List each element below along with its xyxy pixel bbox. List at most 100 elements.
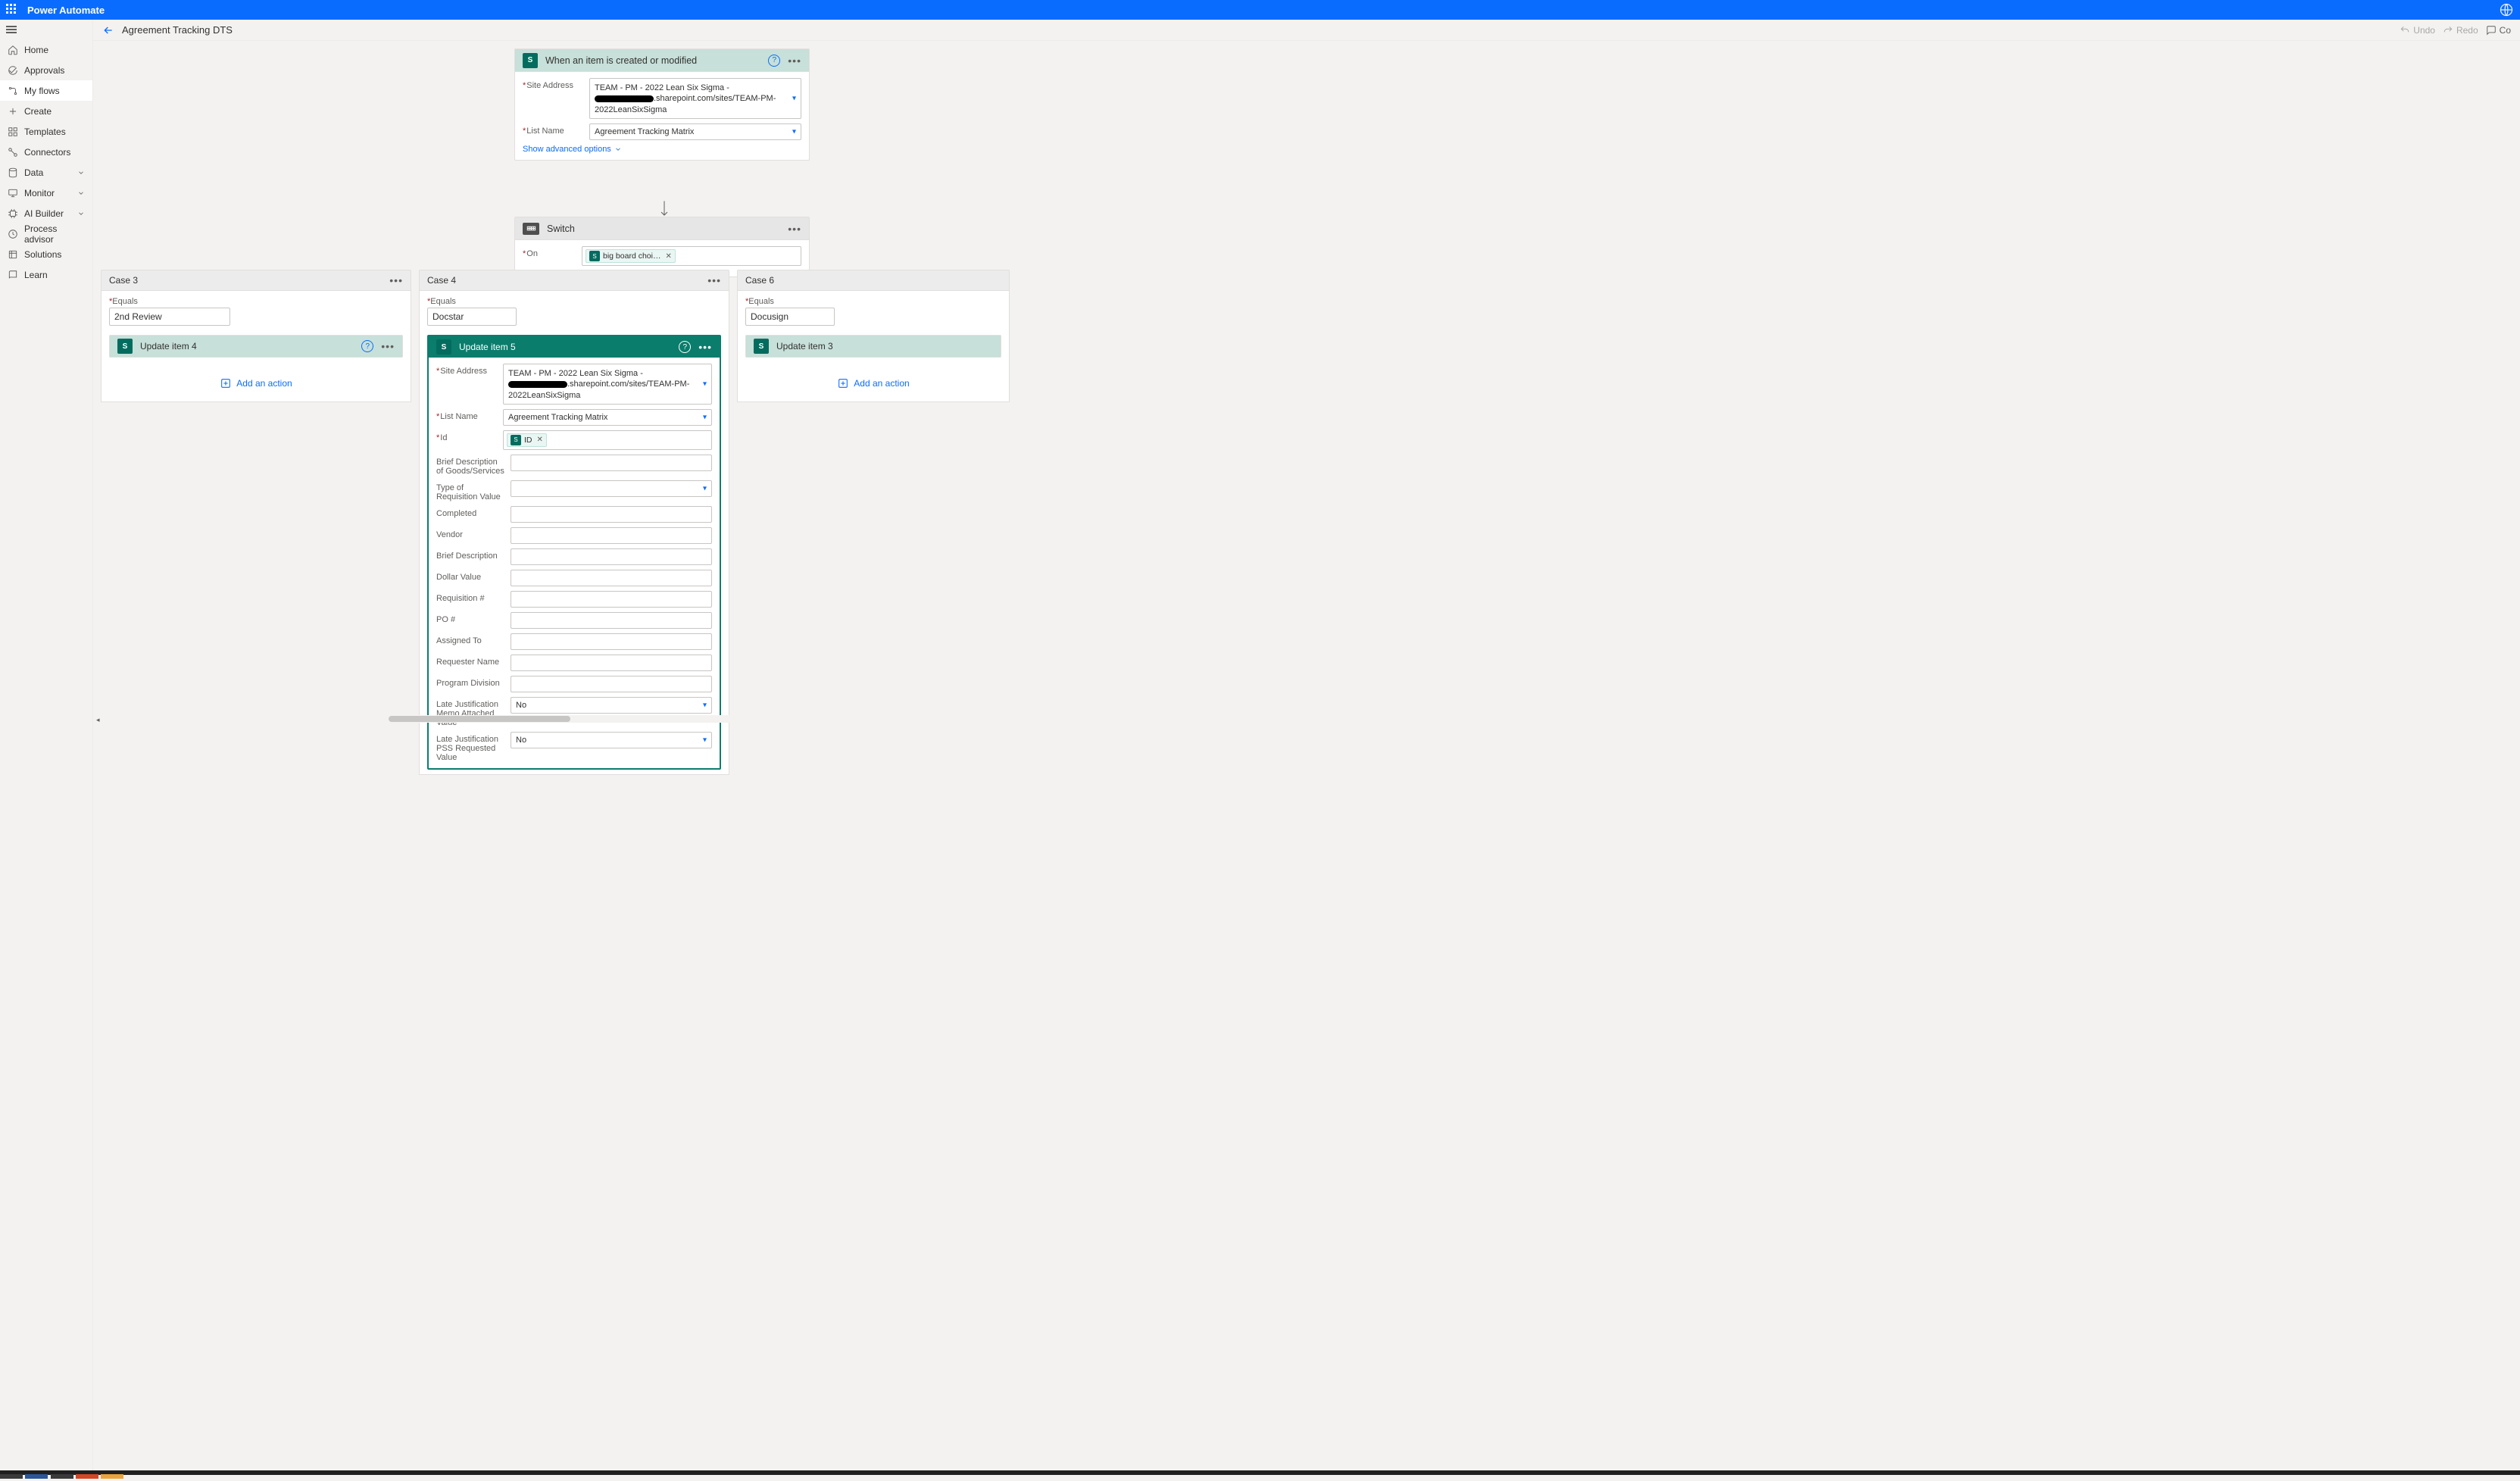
templates-icon	[8, 127, 18, 137]
field-row: Completed	[436, 506, 712, 523]
nav-ai-builder[interactable]: AI Builder	[0, 203, 92, 223]
trigger-card: S When an item is created or modified ? …	[514, 48, 810, 161]
chevron-down-icon[interactable]: ▾	[703, 736, 707, 744]
more-icon[interactable]: •••	[707, 277, 721, 284]
remove-token-icon[interactable]: ✕	[665, 252, 671, 261]
redo-button[interactable]: Redo	[2443, 25, 2478, 36]
more-icon[interactable]: •••	[381, 342, 395, 350]
form-text-field[interactable]	[511, 570, 712, 586]
chevron-down-icon[interactable]: ▾	[792, 127, 796, 136]
equals-value-field[interactable]: 2nd Review	[109, 308, 230, 326]
form-text-field[interactable]	[511, 612, 712, 629]
equals-label: *Equals	[427, 297, 721, 306]
nav-approvals[interactable]: Approvals	[0, 60, 92, 80]
field-row: Requester Name	[436, 655, 712, 671]
field-row: Requisition #	[436, 591, 712, 608]
field-label: *List Name	[436, 409, 497, 421]
form-select-field[interactable]: ▾	[511, 480, 712, 497]
app-launcher-icon[interactable]	[6, 4, 18, 16]
chevron-down-icon[interactable]: ▾	[703, 701, 707, 709]
remove-token-icon[interactable]: ✕	[537, 436, 543, 444]
action-header-selected[interactable]: S Update item 5 ? •••	[429, 336, 720, 358]
field-label: *Site Address	[523, 78, 583, 90]
switch-header[interactable]: ⊞⊞ Switch •••	[515, 217, 809, 240]
list-name-field[interactable]: Agreement Tracking Matrix▾	[503, 409, 712, 426]
dynamic-token[interactable]: S big board choi… ✕	[586, 249, 676, 263]
nav-data[interactable]: Data	[0, 162, 92, 183]
nav-label: Create	[24, 106, 52, 117]
case-header[interactable]: Case 3 •••	[101, 270, 411, 291]
nav-label: Connectors	[24, 147, 70, 158]
nav-label: Monitor	[24, 188, 55, 198]
help-icon[interactable]: ?	[679, 341, 691, 353]
nav-templates[interactable]: Templates	[0, 121, 92, 142]
undo-button[interactable]: Undo	[2400, 25, 2435, 36]
field-label: *List Name	[523, 123, 583, 136]
action-header[interactable]: S Update item 3 ?	[746, 336, 1001, 357]
case-label: Case 4	[427, 275, 456, 286]
chevron-down-icon[interactable]: ▾	[703, 484, 707, 492]
form-text-field[interactable]	[511, 676, 712, 692]
environment-icon[interactable]	[2499, 2, 2514, 17]
designer-canvas[interactable]: S When an item is created or modified ? …	[93, 41, 2520, 1470]
form-text-field[interactable]	[511, 527, 712, 544]
more-icon[interactable]: •••	[389, 277, 403, 284]
case-header[interactable]: Case 4 •••	[419, 270, 729, 291]
list-name-field[interactable]: Agreement Tracking Matrix ▾	[589, 123, 801, 140]
form-text-field[interactable]	[511, 591, 712, 608]
nav-create[interactable]: Create	[0, 101, 92, 121]
switch-on-field[interactable]: S big board choi… ✕	[582, 246, 801, 266]
dynamic-token[interactable]: S ID ✕	[507, 433, 547, 447]
help-icon[interactable]: ?	[361, 340, 373, 352]
back-button[interactable]	[102, 24, 114, 36]
equals-label: *Equals	[109, 297, 403, 306]
show-advanced-link[interactable]: Show advanced options	[523, 145, 801, 154]
switch-icon: ⊞⊞	[523, 223, 539, 235]
nav-collapse-button[interactable]	[0, 20, 92, 39]
nav-label: Data	[24, 167, 43, 178]
trigger-header[interactable]: S When an item is created or modified ? …	[515, 49, 809, 72]
add-action-button[interactable]: Add an action	[109, 377, 403, 389]
form-text-field[interactable]	[511, 506, 712, 523]
help-icon[interactable]: ?	[768, 55, 780, 67]
site-address-field[interactable]: TEAM - PM - 2022 Lean Six Sigma - .share…	[503, 364, 712, 405]
chevron-down-icon[interactable]: ▾	[703, 413, 707, 421]
equals-value-field[interactable]: Docstar	[427, 308, 517, 326]
nav-home[interactable]: Home	[0, 39, 92, 60]
form-text-field[interactable]	[511, 548, 712, 565]
nav-label: My flows	[24, 86, 60, 96]
field-label: Vendor	[436, 527, 504, 539]
more-icon[interactable]: •••	[788, 225, 801, 233]
form-text-field[interactable]	[511, 633, 712, 650]
form-select-field[interactable]: No▾	[511, 732, 712, 748]
nav-solutions[interactable]: Solutions	[0, 244, 92, 264]
nav-my-flows[interactable]: My flows	[0, 80, 92, 101]
nav-process-advisor[interactable]: Process advisor	[0, 223, 92, 244]
nav-connectors[interactable]: Connectors	[0, 142, 92, 162]
id-field[interactable]: S ID ✕	[503, 430, 712, 450]
form-text-field[interactable]	[511, 455, 712, 471]
comments-button[interactable]: Co	[2486, 25, 2511, 36]
scrollbar-thumb[interactable]	[389, 716, 570, 722]
more-icon[interactable]: •••	[698, 343, 712, 351]
field-row: Late Justification PSS Requested ValueNo…	[436, 732, 712, 762]
more-icon[interactable]: •••	[788, 57, 801, 64]
site-address-field[interactable]: TEAM - PM - 2022 Lean Six Sigma - .share…	[589, 78, 801, 119]
horizontal-scrollbar[interactable]: ◂	[93, 715, 1305, 723]
product-name: Power Automate	[27, 5, 105, 16]
nav-learn[interactable]: Learn	[0, 264, 92, 285]
chevron-down-icon[interactable]: ▾	[703, 379, 707, 389]
nav-monitor[interactable]: Monitor	[0, 183, 92, 203]
field-row: Brief Description of Goods/Services	[436, 455, 712, 476]
form-text-field[interactable]	[511, 655, 712, 671]
action-header[interactable]: S Update item 4 ? •••	[110, 336, 402, 357]
equals-value-field[interactable]: Docusign	[745, 308, 835, 326]
create-icon	[8, 106, 18, 117]
case-header[interactable]: Case 6 •••	[737, 270, 1010, 291]
nav-label: Process advisor	[24, 223, 85, 245]
chevron-down-icon[interactable]: ▾	[792, 93, 796, 103]
add-action-button[interactable]: Add an action	[745, 377, 1001, 389]
monitor-icon	[8, 188, 18, 198]
approvals-icon	[8, 65, 18, 76]
form-select-field[interactable]: No▾	[511, 697, 712, 714]
